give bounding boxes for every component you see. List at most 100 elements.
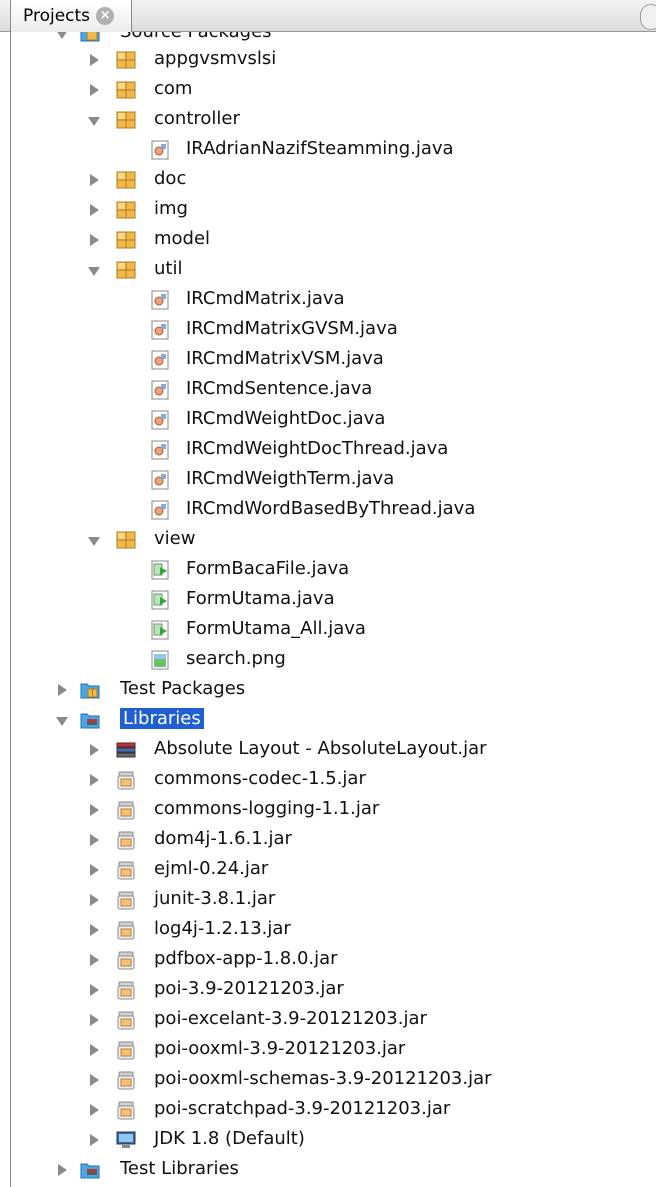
tree-node[interactable]: IRCmdWeightDocThread.java bbox=[0, 435, 656, 465]
jar-icon bbox=[116, 920, 136, 940]
tree-node[interactable]: controller bbox=[0, 105, 656, 135]
tree-node-label: JDK 1.8 (Default) bbox=[154, 1128, 305, 1149]
tree-node[interactable]: poi-3.9-20121203.jar bbox=[0, 975, 656, 1005]
jar-icon bbox=[116, 890, 136, 910]
tree-node-label: commons-codec-1.5.jar bbox=[154, 768, 366, 789]
tree-node[interactable]: doc bbox=[0, 165, 656, 195]
tree-node-label: log4j-1.2.13.jar bbox=[154, 918, 291, 939]
tree-node[interactable]: IRCmdMatrix.java bbox=[0, 285, 656, 315]
tree-node[interactable]: Test Packages bbox=[0, 675, 656, 705]
chevron-right-icon[interactable] bbox=[88, 1044, 100, 1056]
chevron-right-icon[interactable] bbox=[88, 924, 100, 936]
java-class-icon bbox=[150, 470, 170, 490]
tree-node[interactable]: IRCmdMatrixVSM.java bbox=[0, 345, 656, 375]
tree-node[interactable]: JDK 1.8 (Default) bbox=[0, 1125, 656, 1155]
tree-node[interactable]: dom4j-1.6.1.jar bbox=[0, 825, 656, 855]
tree-node[interactable]: poi-ooxml-schemas-3.9-20121203.jar bbox=[0, 1065, 656, 1095]
chevron-right-icon[interactable] bbox=[56, 1164, 68, 1176]
tree-node-label: IRCmdMatrix.java bbox=[186, 288, 345, 309]
tree-node[interactable]: model bbox=[0, 225, 656, 255]
jar-icon bbox=[116, 860, 136, 880]
package-icon bbox=[116, 200, 136, 220]
chevron-right-icon[interactable] bbox=[88, 1074, 100, 1086]
tree-node-label: util bbox=[154, 258, 183, 279]
tree-node-label: commons-logging-1.1.jar bbox=[154, 798, 380, 819]
libraries-folder-icon bbox=[80, 1160, 100, 1180]
tree-node-label: poi-3.9-20121203.jar bbox=[154, 978, 344, 999]
chevron-right-icon[interactable] bbox=[88, 54, 100, 66]
chevron-right-icon[interactable] bbox=[88, 84, 100, 96]
tree-node-label: img bbox=[154, 198, 188, 219]
chevron-right-icon[interactable] bbox=[88, 204, 100, 216]
tree-node-label: FormUtama_All.java bbox=[186, 618, 366, 639]
chevron-right-icon[interactable] bbox=[88, 894, 100, 906]
chevron-right-icon[interactable] bbox=[88, 774, 100, 786]
tree-node[interactable]: FormBacaFile.java bbox=[0, 555, 656, 585]
tree-node[interactable]: commons-codec-1.5.jar bbox=[0, 765, 656, 795]
tree-node[interactable]: IRCmdMatrixGVSM.java bbox=[0, 315, 656, 345]
java-class-icon bbox=[150, 290, 170, 310]
tree-node[interactable]: img bbox=[0, 195, 656, 225]
tree-node[interactable]: IRAdrianNazifSteamming.java bbox=[0, 135, 656, 165]
tree-node[interactable]: IRCmdWordBasedByThread.java bbox=[0, 495, 656, 525]
tree-node[interactable]: view bbox=[0, 525, 656, 555]
tree-node[interactable]: FormUtama_All.java bbox=[0, 615, 656, 645]
tree-node[interactable]: search.png bbox=[0, 645, 656, 675]
window-control-icon[interactable] bbox=[640, 4, 656, 30]
chevron-right-icon[interactable] bbox=[56, 684, 68, 696]
chevron-down-icon[interactable] bbox=[56, 714, 68, 726]
project-tree: Source Packages appgvsmvslsi com controller… bbox=[0, 32, 656, 1187]
library-books-icon bbox=[116, 740, 136, 760]
tree-node-label: poi-scratchpad-3.9-20121203.jar bbox=[154, 1098, 451, 1119]
tree-node[interactable]: com bbox=[0, 75, 656, 105]
chevron-right-icon[interactable] bbox=[88, 174, 100, 186]
chevron-down-icon[interactable] bbox=[56, 32, 68, 39]
tree-node-label: Test Packages bbox=[120, 678, 246, 699]
tree-node[interactable]: appgvsmvslsi bbox=[0, 45, 656, 75]
tree-node[interactable]: poi-scratchpad-3.9-20121203.jar bbox=[0, 1095, 656, 1125]
tab-projects[interactable]: Projects × bbox=[10, 0, 132, 32]
chevron-right-icon[interactable] bbox=[88, 234, 100, 246]
tree-node[interactable]: ejml-0.24.jar bbox=[0, 855, 656, 885]
chevron-down-icon[interactable] bbox=[88, 534, 100, 546]
chevron-right-icon[interactable] bbox=[88, 834, 100, 846]
tree-node-label: poi-ooxml-schemas-3.9-20121203.jar bbox=[154, 1068, 492, 1089]
tree-node-label: IRCmdWeightDoc.java bbox=[186, 408, 386, 429]
tree-node[interactable]: log4j-1.2.13.jar bbox=[0, 915, 656, 945]
chevron-right-icon[interactable] bbox=[88, 954, 100, 966]
tree-node[interactable]: IRCmdSentence.java bbox=[0, 375, 656, 405]
tree-node[interactable]: IRCmdWeightDoc.java bbox=[0, 405, 656, 435]
tab-bar: Projects × bbox=[0, 0, 656, 32]
tree-node[interactable]: pdfbox-app-1.8.0.jar bbox=[0, 945, 656, 975]
chevron-right-icon[interactable] bbox=[88, 1104, 100, 1116]
chevron-right-icon[interactable] bbox=[88, 1134, 100, 1146]
tree-node[interactable]: IRCmdWeigthTerm.java bbox=[0, 465, 656, 495]
tree-node[interactable]: util bbox=[0, 255, 656, 285]
tree-node[interactable]: Absolute Layout - AbsoluteLayout.jar bbox=[0, 735, 656, 765]
jar-icon bbox=[116, 830, 136, 850]
tree-node-label: IRCmdWordBasedByThread.java bbox=[186, 498, 476, 519]
chevron-right-icon[interactable] bbox=[88, 864, 100, 876]
close-icon[interactable]: × bbox=[96, 7, 115, 25]
tab-label: Projects bbox=[23, 6, 91, 26]
tree-node[interactable]: poi-excelant-3.9-20121203.jar bbox=[0, 1005, 656, 1035]
chevron-right-icon[interactable] bbox=[88, 804, 100, 816]
tree-node-label: IRCmdWeigthTerm.java bbox=[186, 468, 395, 489]
chevron-down-icon[interactable] bbox=[88, 114, 100, 126]
tree-node-label: view bbox=[154, 528, 196, 549]
package-icon bbox=[116, 530, 136, 550]
tree-node[interactable]: commons-logging-1.1.jar bbox=[0, 795, 656, 825]
java-class-icon bbox=[150, 440, 170, 460]
tree-node[interactable]: junit-3.8.1.jar bbox=[0, 885, 656, 915]
tree-node-label: Test Libraries bbox=[120, 1158, 239, 1179]
tree-node[interactable]: Test Libraries bbox=[0, 1155, 656, 1185]
chevron-right-icon[interactable] bbox=[88, 1014, 100, 1026]
chevron-right-icon[interactable] bbox=[88, 984, 100, 996]
tree-node[interactable]: FormUtama.java bbox=[0, 585, 656, 615]
tree-node[interactable]: poi-ooxml-3.9-20121203.jar bbox=[0, 1035, 656, 1065]
tree-node[interactable]: Libraries bbox=[0, 705, 656, 735]
chevron-right-icon[interactable] bbox=[88, 744, 100, 756]
chevron-down-icon[interactable] bbox=[88, 264, 100, 276]
jar-icon bbox=[116, 1070, 136, 1090]
tree-node-label: appgvsmvslsi bbox=[154, 48, 277, 69]
